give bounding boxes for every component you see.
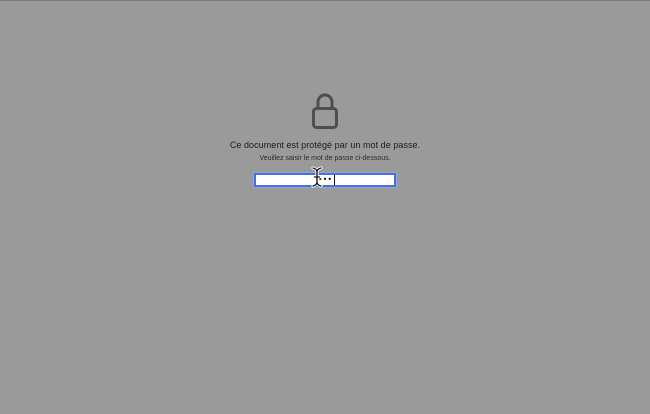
locked-document-view: Ce document est protégé par un mot de pa… [0,0,650,414]
ibeam-cursor-icon [311,166,323,188]
lock-icon [312,93,338,129]
protected-document-title: Ce document est protégé par un mot de pa… [229,140,421,150]
password-input[interactable]: ••• [253,172,397,188]
enter-password-instruction: Veuillez saisir le mot de passe ci-desso… [259,155,391,162]
text-caret [334,175,335,185]
